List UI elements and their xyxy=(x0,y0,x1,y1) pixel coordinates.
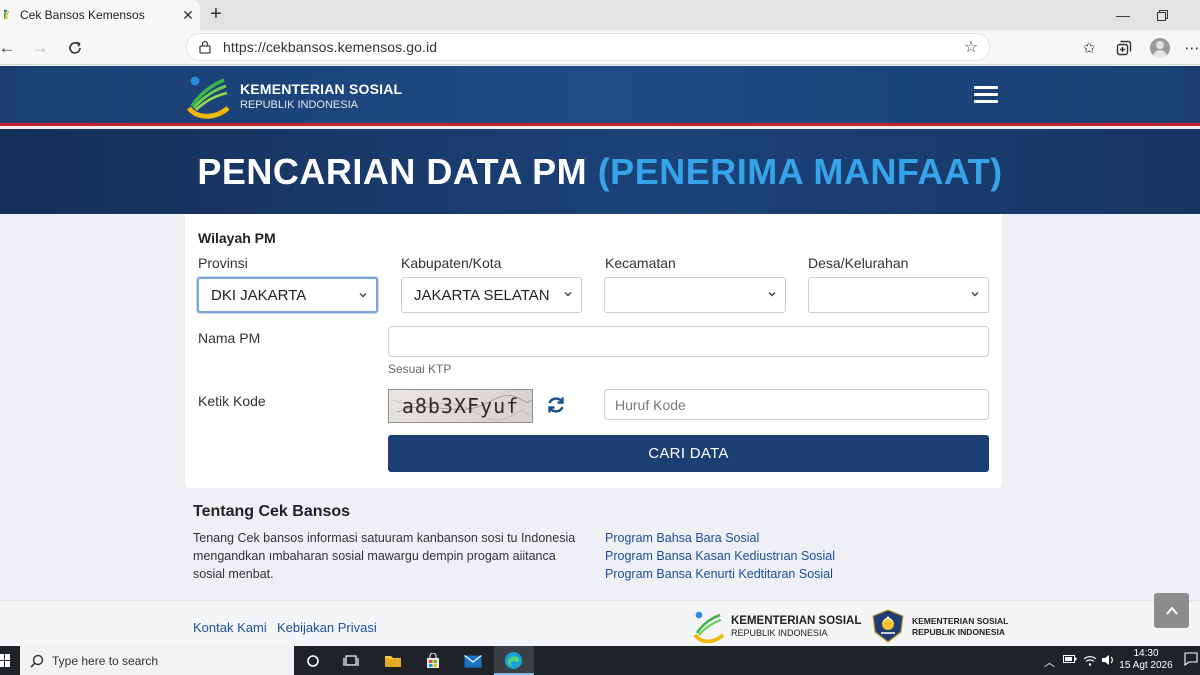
footer-logo1-name: KEMENTERIAN SOSIAL xyxy=(731,614,862,627)
new-tab-icon[interactable]: + xyxy=(204,3,228,27)
desa-label: Desa/Kelurahan xyxy=(808,255,909,271)
tab-title: Cek Bansos Kemensos xyxy=(20,8,145,22)
kode-input[interactable]: Huruf Kode xyxy=(604,389,989,420)
edge-icon xyxy=(504,651,523,670)
task-view-icon[interactable] xyxy=(340,650,362,672)
footer-emblem-logo: KEMENTERIAN SOSIAL REPUBLIK INDONESIA xyxy=(870,609,1008,643)
footer-kemensos-logo: KEMENTERIAN SOSIAL REPUBLIK INDONESIA xyxy=(693,608,861,644)
nama-label: Nama PM xyxy=(198,330,261,346)
nama-pm-input[interactable] xyxy=(388,326,989,357)
kabupaten-label: Kabupaten/Kota xyxy=(401,255,502,271)
collections-icon[interactable] xyxy=(1112,36,1136,60)
browser-address-bar: ← → https://cekbansos.kemensos.go.id ☆ ✩… xyxy=(0,30,1200,65)
forward-icon[interactable]: → xyxy=(27,35,53,61)
nama-hint: Sesuai KTP xyxy=(388,362,452,376)
site-footer: Kontak Kami Kebijakan Privasi KEMENTERIA… xyxy=(0,600,1200,646)
more-menu-icon[interactable]: ⋯ xyxy=(1180,36,1200,60)
kode-placeholder: Huruf Kode xyxy=(615,396,686,413)
kabupaten-value: JAKARTA SELATAN xyxy=(414,286,550,304)
chevron-down-icon xyxy=(768,292,776,297)
hamburger-menu-icon[interactable] xyxy=(974,86,998,104)
file-explorer-icon[interactable] xyxy=(382,650,404,672)
mail-icon[interactable] xyxy=(462,650,484,672)
captcha-image: a8b3XFyuf xyxy=(388,389,533,423)
ministry-emblem-icon xyxy=(872,609,904,643)
tray-chevron-up-icon[interactable]: ︿ xyxy=(1044,654,1055,670)
cortana-icon[interactable] xyxy=(302,650,324,672)
minimize-icon[interactable]: — xyxy=(1103,0,1143,30)
notification-icon[interactable] xyxy=(1184,652,1198,669)
site-logo[interactable]: KEMENTERIAN SOSIAL REPUBLIK INDONESIA xyxy=(186,72,402,120)
chevron-down-icon xyxy=(564,292,572,297)
kemensos-logo-icon xyxy=(693,611,725,644)
profile-avatar[interactable] xyxy=(1148,36,1172,60)
taskbar-search-placeholder: Type here to search xyxy=(52,653,159,668)
provinsi-label: Provinsi xyxy=(198,255,248,271)
contact-link[interactable]: Kontak Kami xyxy=(193,620,267,635)
url-text: https://cekbansos.kemensos.go.id xyxy=(223,39,438,55)
footer-logo1-sub: REPUBLIK INDONESIA xyxy=(731,627,828,638)
wilayah-section-label: Wilayah PM xyxy=(198,230,276,246)
site-header: KEMENTERIAN SOSIAL REPUBLIK INDONESIA xyxy=(0,66,1200,126)
taskbar-search-box[interactable]: Type here to search xyxy=(20,646,294,675)
microsoft-store-icon[interactable] xyxy=(422,650,444,672)
org-name: KEMENTERIAN SOSIAL xyxy=(240,81,403,97)
battery-icon[interactable] xyxy=(1063,654,1077,667)
maximize-icon[interactable] xyxy=(1142,0,1182,30)
program-links: Program Bahsa Bara Sosial Program Bansa … xyxy=(605,529,835,583)
provinsi-value: DKI JAKARTA xyxy=(211,286,307,304)
back-icon[interactable]: ← xyxy=(0,35,20,61)
windows-taskbar: Type here to search ︿ 14:30 15 Agt 2026 xyxy=(0,646,1200,675)
chevron-down-icon xyxy=(971,292,979,297)
edge-taskbar-button[interactable] xyxy=(494,646,534,675)
reload-icon[interactable] xyxy=(62,35,88,61)
browser-tab-bar: Cek Bansos Kemensos ✕ + — xyxy=(0,0,1200,30)
kabupaten-select[interactable]: JAKARTA SELATAN xyxy=(401,277,582,313)
kemensos-logo-icon xyxy=(186,76,230,119)
program-link-1[interactable]: Program Bahsa Bara Sosial xyxy=(605,529,835,547)
program-link-2[interactable]: Program Bansa Kasan Kediustrıan Sosial xyxy=(605,547,835,565)
kecamatan-label: Kecamatan xyxy=(605,255,676,271)
page-title: PENCARIAN DATA PM (PENERIMA MANFAAT) xyxy=(197,151,1002,193)
about-text: Tenang Cek bansos informasi satuuram kan… xyxy=(193,531,576,581)
kecamatan-select[interactable] xyxy=(604,277,786,313)
lock-icon xyxy=(199,40,211,54)
about-title: Tentang Cek Bansos xyxy=(193,503,351,520)
url-field[interactable]: https://cekbansos.kemensos.go.id ☆ xyxy=(186,33,990,61)
page-banner: PENCARIAN DATA PM (PENERIMA MANFAAT) xyxy=(0,129,1200,214)
refresh-captcha-icon[interactable] xyxy=(545,394,567,416)
browser-tab[interactable]: Cek Bansos Kemensos ✕ xyxy=(0,0,200,30)
chevron-up-icon xyxy=(1165,605,1178,615)
privacy-link[interactable]: Kebijakan Privasi xyxy=(277,620,377,635)
page-title-highlight: (PENERIMA MANFAAT) xyxy=(597,150,1003,192)
footer-logo2-name: KEMENTERIAN SOSIAL xyxy=(912,615,1009,626)
program-link-3[interactable]: Program Bansa Kenurti Kedtitaran Sosial xyxy=(605,565,835,583)
wifi-icon[interactable] xyxy=(1083,654,1097,669)
kemensos-favicon-icon xyxy=(3,9,10,20)
taskbar-clock[interactable]: 14:30 15 Agt 2026 xyxy=(1118,648,1174,672)
scroll-to-top-button[interactable] xyxy=(1154,593,1189,628)
captcha-text: a8b3XFyuf xyxy=(401,394,520,418)
page-title-main: PENCARIAN DATA PM xyxy=(197,150,588,192)
footer-logo2-sub: REPUBLIK INDONESIA xyxy=(912,626,1006,637)
desa-select[interactable] xyxy=(808,277,989,313)
search-form-card: Wilayah PM Provinsi Kabupaten/Kota Kecam… xyxy=(185,214,1002,488)
kode-label: Ketik Kode xyxy=(198,393,266,409)
favorite-star-icon[interactable]: ☆ xyxy=(961,37,981,57)
windows-start-icon[interactable] xyxy=(0,653,10,668)
clock-time: 14:30 xyxy=(1133,648,1159,659)
favorites-list-icon[interactable]: ✩ xyxy=(1077,36,1101,60)
search-icon xyxy=(30,654,44,668)
tab-close-icon[interactable]: ✕ xyxy=(176,7,200,24)
chevron-down-icon xyxy=(359,293,367,298)
clock-date: 15 Agt 2026 xyxy=(1119,660,1173,671)
cari-data-button[interactable]: CARI DATA xyxy=(388,435,989,472)
volume-icon[interactable] xyxy=(1101,654,1115,669)
org-subtitle: REPUBLIK INDONESIA xyxy=(240,99,358,111)
provinsi-select[interactable]: DKI JAKARTA xyxy=(197,277,378,313)
